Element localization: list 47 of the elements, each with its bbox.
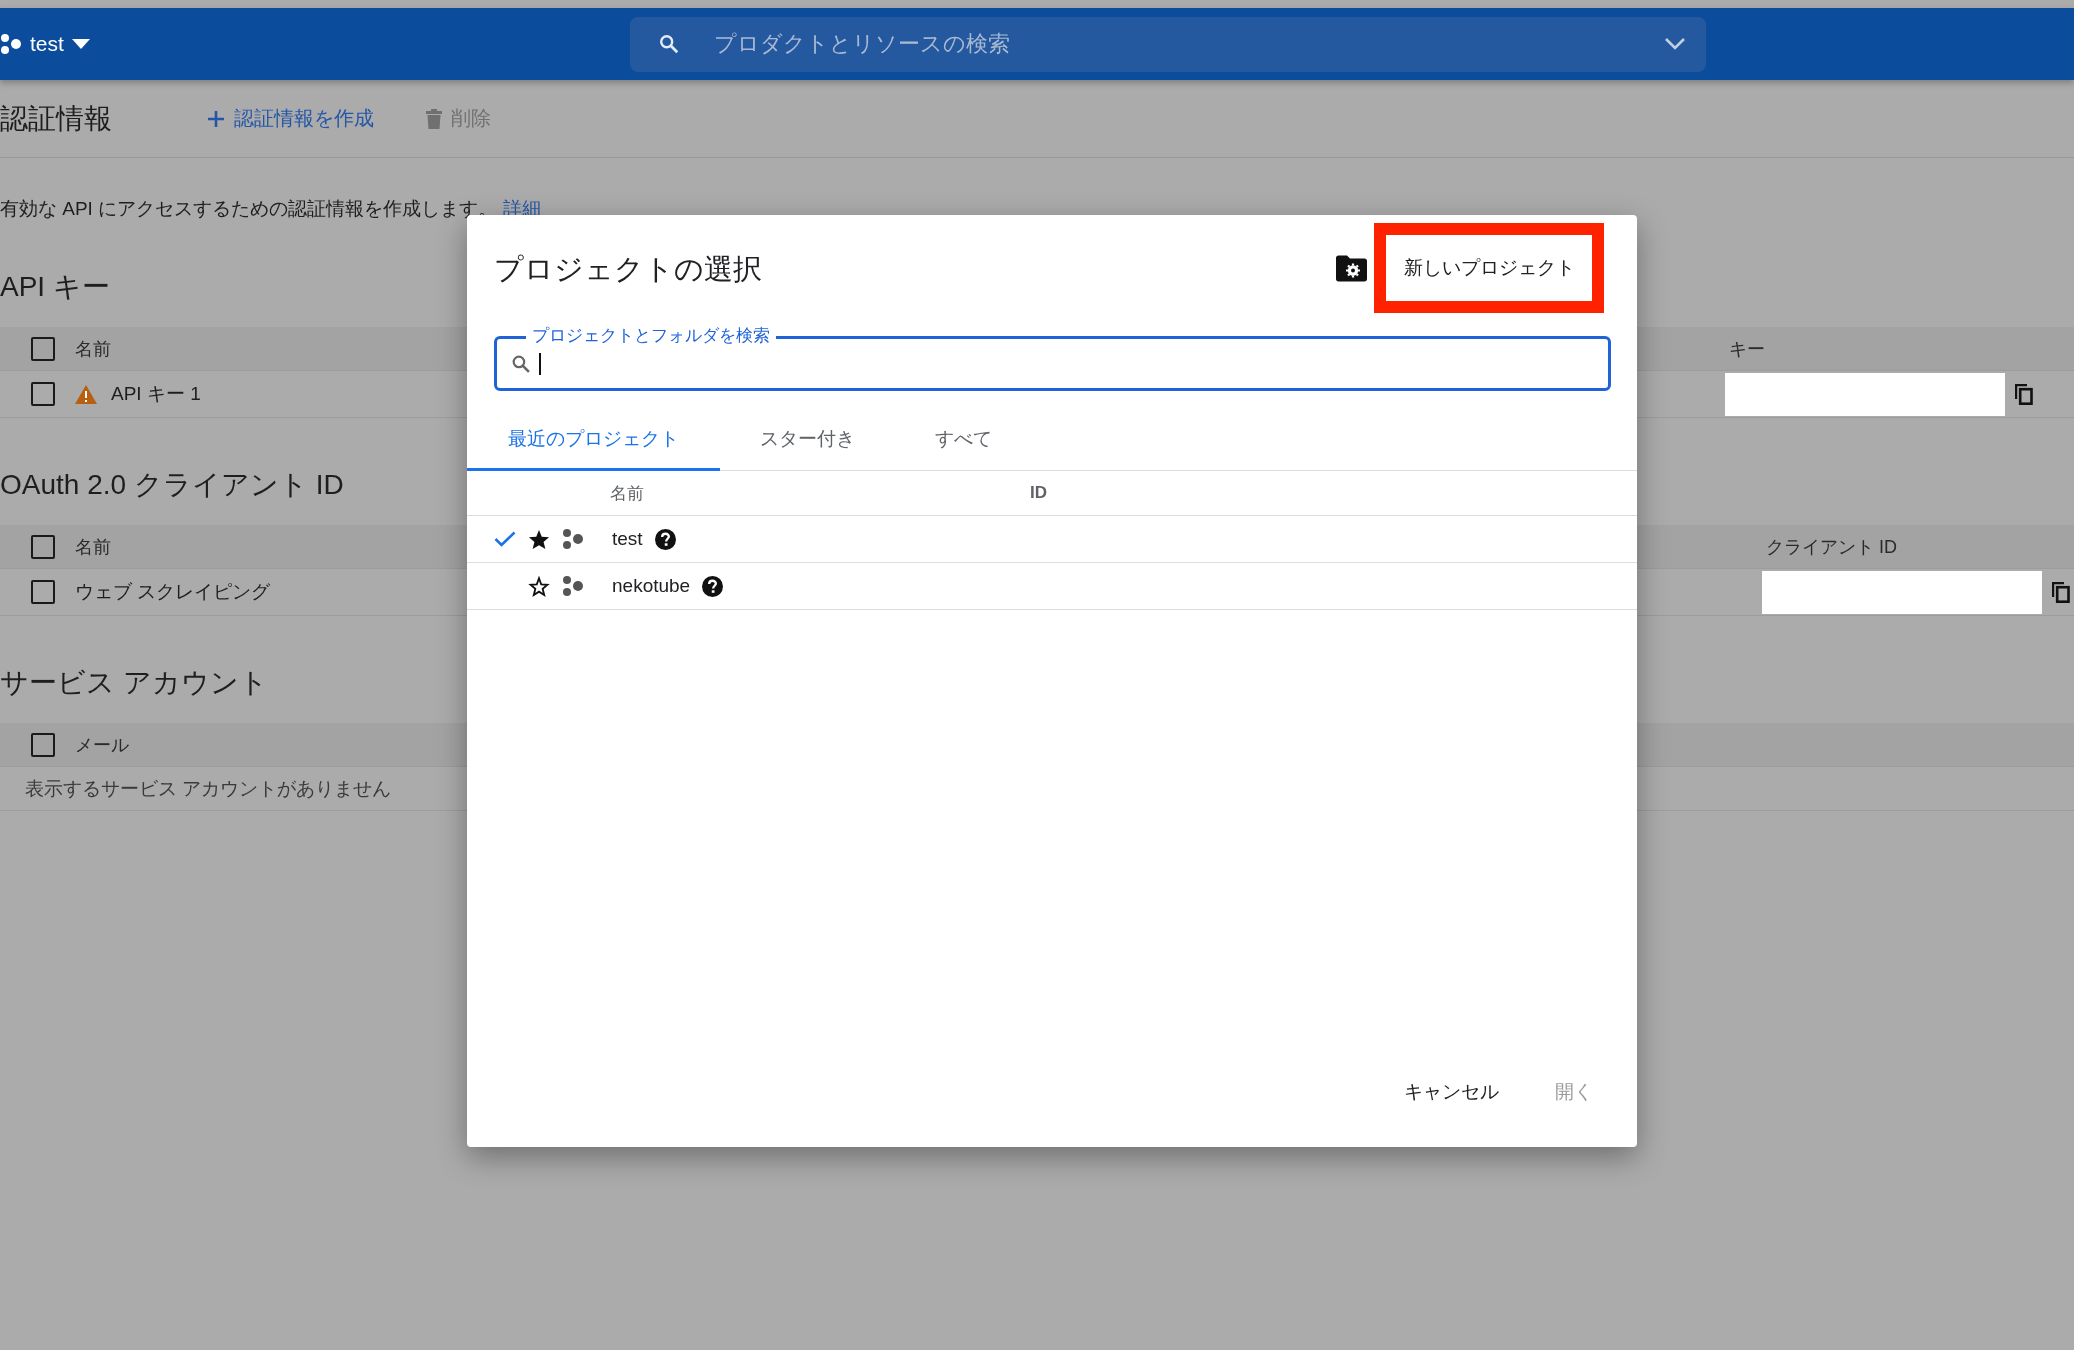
dialog-title: プロジェクトの選択: [494, 252, 763, 287]
section-title: OAuth 2.0 クライアント ID: [0, 468, 344, 502]
text-cursor: [539, 352, 541, 375]
project-icon: [562, 576, 584, 596]
project-name[interactable]: test: [612, 528, 643, 550]
search-field[interactable]: プロダクトとリソースの検索: [630, 16, 1706, 72]
checkbox[interactable]: [31, 580, 55, 604]
cancel-button[interactable]: キャンセル: [1396, 1071, 1507, 1113]
copy-icon[interactable]: [2015, 383, 2033, 405]
copy-icon[interactable]: [2052, 581, 2070, 603]
column-header: メール: [75, 733, 129, 757]
section-title: API キー: [0, 270, 110, 304]
search-icon: [658, 33, 680, 55]
tab[interactable]: 最近のプロジェクト: [467, 410, 720, 471]
section-title: サービス アカウント: [0, 666, 268, 700]
column-header: ID: [1030, 483, 1048, 503]
project-row[interactable]: test: [467, 516, 1637, 563]
project-name[interactable]: nekotube: [612, 575, 691, 597]
chevron-down-icon[interactable]: [1664, 37, 1686, 51]
checkbox[interactable]: [31, 732, 55, 757]
plus-icon: [207, 109, 225, 128]
project-icon: [562, 529, 584, 549]
checkbox[interactable]: [31, 336, 55, 361]
tab[interactable]: すべて: [895, 410, 1032, 471]
project-icon: [0, 34, 22, 54]
column-header: 名前: [75, 535, 111, 559]
folder-settings-icon[interactable]: [1336, 254, 1367, 282]
tab[interactable]: スター付き: [720, 410, 895, 471]
credential-name[interactable]: ウェブ スクレイピング: [75, 579, 271, 605]
star-icon[interactable]: [528, 528, 550, 550]
search-icon: [511, 353, 531, 374]
column-header: 名前: [75, 337, 111, 361]
caret-icon: [71, 39, 90, 49]
column-header: キー: [1728, 337, 1765, 361]
help-icon[interactable]: [654, 528, 676, 550]
column-header: 名前: [610, 482, 645, 505]
project-selector[interactable]: test: [0, 32, 90, 56]
trash-icon: [426, 108, 442, 129]
star-outline-icon[interactable]: [528, 575, 550, 597]
checkbox[interactable]: [31, 534, 55, 559]
credential-name[interactable]: API キー 1: [111, 381, 201, 407]
help-icon[interactable]: [702, 575, 724, 597]
column-header: クライアント ID: [1765, 535, 1897, 559]
empty-message: 表示するサービス アカウントがありません: [25, 778, 392, 799]
checkbox[interactable]: [31, 382, 55, 406]
project-row[interactable]: nekotube: [467, 563, 1637, 610]
page-title: 認証情報: [0, 101, 113, 136]
